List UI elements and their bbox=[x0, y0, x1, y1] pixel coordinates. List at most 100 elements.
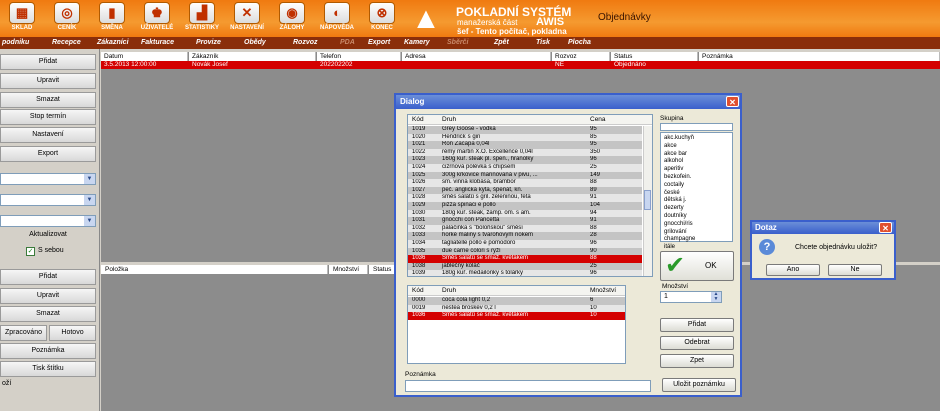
confirm-close-icon[interactable]: ✕ bbox=[879, 222, 892, 233]
product-row[interactable]: 1031 gnocchi con Pancetta 91 bbox=[408, 217, 642, 225]
product-row[interactable]: 1036 Směs salátů se smaž. květákem 88 bbox=[408, 255, 642, 263]
menu-item-6[interactable]: Rozvoz bbox=[293, 37, 318, 49]
product-row[interactable]: 1028 směs salátů s gril. zeleninou, feta 9… bbox=[408, 194, 642, 202]
product-list[interactable]: Kód Druh Cena 1019 Grey Goose - vodka 95 1020 H… bbox=[407, 114, 653, 277]
settings-button[interactable]: Nastavení bbox=[0, 127, 96, 143]
menu-item-1[interactable]: Recepce bbox=[52, 37, 81, 49]
save-note-button[interactable]: Uložit poznámku bbox=[662, 378, 736, 392]
product-row[interactable]: 1034 tagliatelle pollo e pomodoro 96 bbox=[408, 240, 642, 248]
dialog-close-icon[interactable]: ✕ bbox=[726, 96, 739, 107]
toolbar-button-sklad[interactable]: ▦ SKLAD bbox=[2, 2, 42, 36]
edit-order-button[interactable]: Upravit bbox=[0, 73, 96, 89]
product-row[interactable]: 1023 160g kuř. steak pl. špen., hranolky 9… bbox=[408, 156, 642, 164]
menu-item-5[interactable]: Obědy bbox=[244, 37, 266, 49]
product-row[interactable]: 1019 Grey Goose - vodka 95 bbox=[408, 126, 642, 134]
takeaway-checkbox[interactable]: ✓ bbox=[26, 247, 35, 256]
toolbar-button-konec[interactable]: ⊗ KONEC bbox=[362, 2, 402, 36]
product-row[interactable]: 1029 pizza spinaci e pollo 104 bbox=[408, 202, 642, 210]
menu-item-3[interactable]: Fakturace bbox=[141, 37, 174, 49]
filter-select-2[interactable]: ▼ bbox=[0, 194, 96, 206]
group-item[interactable]: gnocchi/ris bbox=[664, 221, 693, 229]
product-row[interactable]: 1032 palačinka s "boloňskou" směsí 88 bbox=[408, 224, 642, 233]
product-row[interactable]: 1022 rémy martin X.O. Excellence 0,04l 350 bbox=[408, 148, 642, 157]
toolbar-button-ceník[interactable]: ◎ CENÍK bbox=[47, 2, 87, 36]
menu-item-2[interactable]: Zákazníci bbox=[97, 37, 129, 49]
product-row[interactable]: 1024 cizrnová polévka s chipsem 25 bbox=[408, 164, 642, 172]
group-item[interactable]: akc.kuchyň bbox=[664, 135, 694, 143]
product-row[interactable]: 1033 horké maliny s tvarohovým nokem 28 bbox=[408, 232, 642, 240]
group-item[interactable]: doutníky bbox=[664, 213, 687, 221]
group-item[interactable]: bezkofein. bbox=[664, 174, 691, 182]
quantity-stepper[interactable]: ▲ ▼ bbox=[711, 292, 721, 302]
menu-item-11[interactable]: Zpět bbox=[494, 37, 509, 49]
delete-item-button[interactable]: Smazat bbox=[0, 306, 96, 322]
group-item[interactable]: aperitiv bbox=[664, 166, 683, 174]
filter-select-3[interactable]: ▼ bbox=[0, 215, 96, 227]
group-item[interactable]: akce bar bbox=[664, 151, 687, 159]
coins-icon: ◎ bbox=[54, 2, 80, 24]
product-cell: 1021 bbox=[412, 141, 426, 148]
product-cell: 1030 bbox=[412, 209, 426, 216]
toolbar-button-statistiky[interactable]: ▟ STATISTIKY bbox=[182, 2, 222, 36]
ordered-items-list[interactable]: Kód Druh Množství 0000 coca cola light 0,2 6 0… bbox=[407, 285, 626, 364]
note-input[interactable] bbox=[405, 380, 651, 392]
no-button[interactable]: Ne bbox=[828, 264, 882, 276]
ordered-row[interactable]: 1036 Směs salátů se smaž. květákem 10 bbox=[408, 312, 625, 320]
product-row[interactable]: 1027 peč. anglická kýta, špenát, kn. 89 bbox=[408, 186, 642, 195]
ordered-row[interactable]: 0000 coca cola light 0,2 6 bbox=[408, 297, 625, 305]
scrollbar-thumb[interactable] bbox=[644, 190, 651, 210]
export-button[interactable]: Export bbox=[0, 146, 96, 162]
print-label-button[interactable]: Tisk štítku bbox=[0, 361, 96, 377]
menu-item-7[interactable]: PDA bbox=[340, 37, 355, 49]
table-row[interactable]: 3.5.2013 12:00:00 Novák Josef 202202202 NE O… bbox=[101, 61, 940, 69]
product-row[interactable]: 1026 sm. vinná klobása, brambor 88 bbox=[408, 179, 642, 187]
menu-item-4[interactable]: Provize bbox=[196, 37, 221, 49]
menu-item-8[interactable]: Export bbox=[368, 37, 390, 49]
group-item[interactable]: dezerty bbox=[664, 205, 684, 213]
toolbar-button-směna[interactable]: ▮ SMĚNA bbox=[92, 2, 132, 36]
product-row[interactable]: 1021 Ron Zacapa 0,04l 95 bbox=[408, 141, 642, 149]
yes-button[interactable]: Ano bbox=[766, 264, 820, 276]
toolbar-button-uživatelé[interactable]: ♚ UŽIVATELÉ bbox=[137, 2, 177, 36]
menu-item-10[interactable]: Sběrči bbox=[447, 37, 468, 49]
stop-term-button[interactable]: Stop termín bbox=[0, 109, 96, 125]
group-item[interactable]: grilování bbox=[664, 229, 687, 237]
group-item[interactable]: coctaily bbox=[664, 182, 684, 190]
done-button[interactable]: Hotovo bbox=[49, 325, 96, 341]
product-row[interactable]: 1030 180g kuř. steak, žamp. om. s am. 94 bbox=[408, 209, 642, 218]
ordered-cell: 1036 bbox=[412, 312, 426, 319]
ordered-row[interactable]: 0019 nestea broskev 0,2 l 10 bbox=[408, 304, 625, 313]
note-button[interactable]: Poznámka bbox=[0, 343, 96, 359]
dialog-remove-button[interactable]: Odebrat bbox=[660, 336, 734, 350]
menu-item-0[interactable]: podniku bbox=[2, 37, 29, 49]
group-item[interactable]: české bbox=[664, 190, 680, 198]
product-row[interactable]: 1039 180g kuř. medailonky s tolárky 96 bbox=[408, 270, 642, 276]
dialog-add-button[interactable]: Přidat bbox=[660, 318, 734, 332]
edit-item-button[interactable]: Upravit bbox=[0, 288, 96, 304]
toolbar-button-zálohy[interactable]: ◉ ZÁLOHY bbox=[272, 2, 312, 36]
product-row[interactable]: 1038 jablečný koláč 25 bbox=[408, 262, 642, 271]
app-subtitle: manažerská část bbox=[457, 18, 518, 27]
group-item[interactable]: champagne bbox=[664, 236, 695, 244]
group-item[interactable]: dětská j. bbox=[664, 197, 686, 205]
filter-select-1[interactable]: ▼ bbox=[0, 173, 96, 185]
group-item[interactable]: akce bbox=[664, 143, 677, 151]
menu-item-12[interactable]: Tisk bbox=[536, 37, 550, 49]
product-row[interactable]: 1020 Hendrick´s gin 85 bbox=[408, 133, 642, 142]
delete-order-button[interactable]: Smazat bbox=[0, 92, 96, 108]
add-item-button[interactable]: Přidat bbox=[0, 269, 96, 285]
toolbar-button-nápověda[interactable]: ◐ NÁPOVĚDA bbox=[317, 2, 357, 36]
product-row[interactable]: 1035 due carne colori s rýží 90 bbox=[408, 247, 642, 256]
group-item[interactable]: alkohol bbox=[664, 158, 683, 166]
add-order-button[interactable]: Přidat bbox=[0, 54, 96, 70]
menu-item-9[interactable]: Kamery bbox=[404, 37, 430, 49]
group-list[interactable]: akc.kuchyň akce akce bar alkohol aperitiv bez… bbox=[660, 132, 733, 258]
dialog-back-button[interactable]: Zpet bbox=[660, 354, 734, 368]
group-filter-input[interactable] bbox=[660, 123, 733, 131]
menu-item-13[interactable]: Plocha bbox=[568, 37, 591, 49]
ok-button[interactable]: ✔ OK bbox=[660, 251, 734, 281]
refresh-button[interactable]: Aktualizovat bbox=[0, 228, 96, 244]
processed-button[interactable]: Zpracováno bbox=[0, 325, 47, 341]
toolbar-button-nastavení[interactable]: ✕ NASTAVENÍ bbox=[227, 2, 267, 36]
product-row[interactable]: 1025 300g krkovice marinovaná v pivu, ...… bbox=[408, 171, 642, 180]
